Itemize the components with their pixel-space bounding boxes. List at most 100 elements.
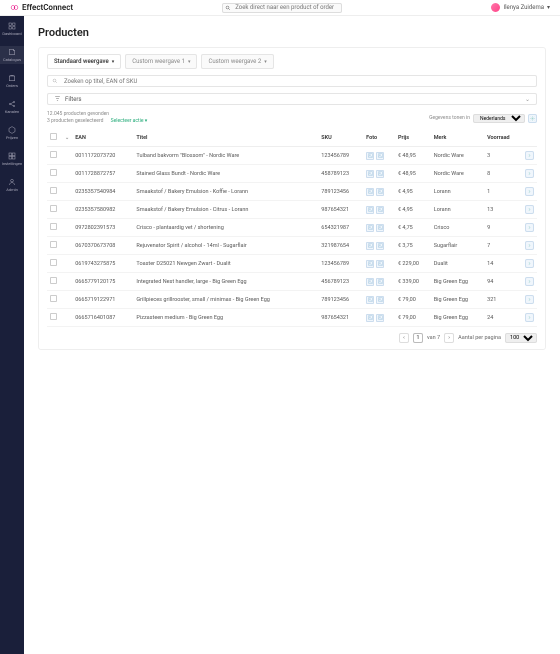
image-icon[interactable] (376, 296, 384, 304)
sidebar-item-kanalen[interactable]: Kanalen (0, 98, 24, 116)
cell-sku: 987654321 (318, 309, 363, 327)
sidebar-item-dashboard[interactable]: Dashboard (0, 20, 24, 38)
product-search (47, 75, 537, 87)
row-action-button[interactable] (525, 313, 534, 322)
chevron-down-icon[interactable]: ⌄ (65, 135, 69, 141)
checkbox-all[interactable] (50, 133, 57, 140)
row-action-button[interactable] (525, 295, 534, 304)
cell-sku: 458789123 (318, 165, 363, 183)
image-icon[interactable] (366, 296, 374, 304)
row-action-button[interactable] (525, 259, 534, 268)
cell-titel[interactable]: Smaakstof / Bakery Emulsion - Citrus - L… (133, 201, 318, 219)
row-checkbox[interactable] (50, 169, 57, 176)
row-checkbox[interactable] (50, 295, 57, 302)
row-action-button[interactable] (525, 241, 534, 250)
row-action-button[interactable] (525, 169, 534, 178)
chevron-down-icon: ⌄ (525, 96, 530, 103)
cell-titel[interactable]: Stained Glass Bundt - Nordic Ware (133, 165, 318, 183)
cell-voorraad: 13 (484, 201, 522, 219)
cell-titel[interactable]: Toaster D25021 Newgen Zwart - Dualit (133, 255, 318, 273)
app-logo[interactable]: EffectConnect (10, 3, 73, 12)
sidebar-item-admin[interactable]: Admin (0, 176, 24, 194)
cell-titel[interactable]: Crisco - plantaardig vet / shortening (133, 219, 318, 237)
column-header[interactable]: Voorraad (484, 129, 522, 147)
column-header[interactable]: Prijs (395, 129, 431, 147)
row-action-button[interactable] (525, 187, 534, 196)
column-header[interactable]: SKU (318, 129, 363, 147)
image-icon[interactable] (376, 278, 384, 286)
sidebar-item-instellingen[interactable]: Instellingen (0, 150, 24, 168)
select-action-link[interactable]: Selecteer actie ▾ (111, 118, 148, 124)
image-icon[interactable] (366, 224, 374, 232)
row-action-button[interactable] (525, 277, 534, 286)
sidebar-item-catalogus[interactable]: Catalogus (0, 46, 24, 64)
tab-view[interactable]: Standaard weergave▾ (47, 54, 121, 69)
row-action-button[interactable] (525, 223, 534, 232)
row-checkbox[interactable] (50, 151, 57, 158)
user-menu[interactable]: Ilenya Zuidema ▾ (491, 3, 550, 12)
image-icon[interactable] (376, 224, 384, 232)
sidebar-item-prijzen[interactable]: Prijzen (0, 124, 24, 142)
per-page-label: Aantal per pagina (458, 335, 501, 341)
pager-prev[interactable]: ‹ (399, 333, 409, 343)
image-icon[interactable] (376, 152, 384, 160)
cell-titel[interactable]: Tulband bakvorm "Blossom" - Nordic Ware (133, 147, 318, 165)
image-icon[interactable] (366, 314, 374, 322)
pager-page[interactable]: 1 (413, 333, 423, 343)
cell-ean: 0665779120175 (72, 273, 133, 291)
settings-button[interactable] (528, 114, 537, 123)
tab-view[interactable]: Custom weergave 2▾ (201, 54, 273, 69)
row-checkbox[interactable] (50, 313, 57, 320)
table-row: 0235357580982Smaakstof / Bakery Emulsion… (47, 201, 537, 219)
sidebar-item-label: Instellingen (2, 161, 23, 166)
cell-prijs: € 229,00 (395, 255, 431, 273)
image-icon[interactable] (366, 242, 374, 250)
cell-merk: Sugarflair (431, 237, 484, 255)
image-icon[interactable] (366, 152, 374, 160)
image-icon[interactable] (376, 314, 384, 322)
image-icon[interactable] (366, 206, 374, 214)
image-icon[interactable] (376, 188, 384, 196)
image-icon[interactable] (376, 206, 384, 214)
sidebar-item-orders[interactable]: Orders (0, 72, 24, 90)
image-icon[interactable] (376, 170, 384, 178)
row-checkbox[interactable] (50, 277, 57, 284)
cell-titel[interactable]: Smaakstof / Bakery Emulsion - Koffie - L… (133, 183, 318, 201)
cell-foto (366, 188, 392, 196)
image-icon[interactable] (366, 260, 374, 268)
cell-merk: Nordic Ware (431, 147, 484, 165)
cell-sku: 987654321 (318, 201, 363, 219)
cell-titel[interactable]: Integrated Nest handler, large - Big Gre… (133, 273, 318, 291)
column-header[interactable]: Titel (133, 129, 318, 147)
language-select[interactable]: Nederlands (473, 114, 525, 123)
column-header[interactable]: EAN (72, 129, 133, 147)
row-checkbox[interactable] (50, 205, 57, 212)
cell-titel[interactable]: Rejuvenator Spirit / alcohol - 14ml - Su… (133, 237, 318, 255)
pager-next[interactable]: › (444, 333, 454, 343)
filters-toggle[interactable]: Filters ⌄ (47, 93, 537, 105)
row-checkbox[interactable] (50, 187, 57, 194)
row-action-button[interactable] (525, 151, 534, 160)
column-header[interactable]: Foto (363, 129, 395, 147)
image-icon[interactable] (366, 188, 374, 196)
product-search-input[interactable] (47, 75, 537, 87)
image-icon[interactable] (366, 170, 374, 178)
cell-voorraad: 8 (484, 165, 522, 183)
cell-titel[interactable]: Pizzasteen medium - Big Green Egg (133, 309, 318, 327)
image-icon[interactable] (376, 260, 384, 268)
cell-ean: 0665716401087 (72, 309, 133, 327)
cell-ean: 0665719122971 (72, 291, 133, 309)
row-checkbox[interactable] (50, 259, 57, 266)
cell-merk: Crisco (431, 219, 484, 237)
tab-view[interactable]: Custom weergave 1▾ (125, 54, 197, 69)
cell-titel[interactable]: Grillpieces grillrooster, small / minima… (133, 291, 318, 309)
global-search-input[interactable] (222, 3, 342, 13)
row-action-button[interactable] (525, 205, 534, 214)
row-checkbox[interactable] (50, 241, 57, 248)
row-checkbox[interactable] (50, 223, 57, 230)
cell-sku: 123456789 (318, 255, 363, 273)
image-icon[interactable] (376, 242, 384, 250)
per-page-select[interactable]: 100 (505, 333, 537, 343)
column-header[interactable]: Merk (431, 129, 484, 147)
image-icon[interactable] (366, 278, 374, 286)
